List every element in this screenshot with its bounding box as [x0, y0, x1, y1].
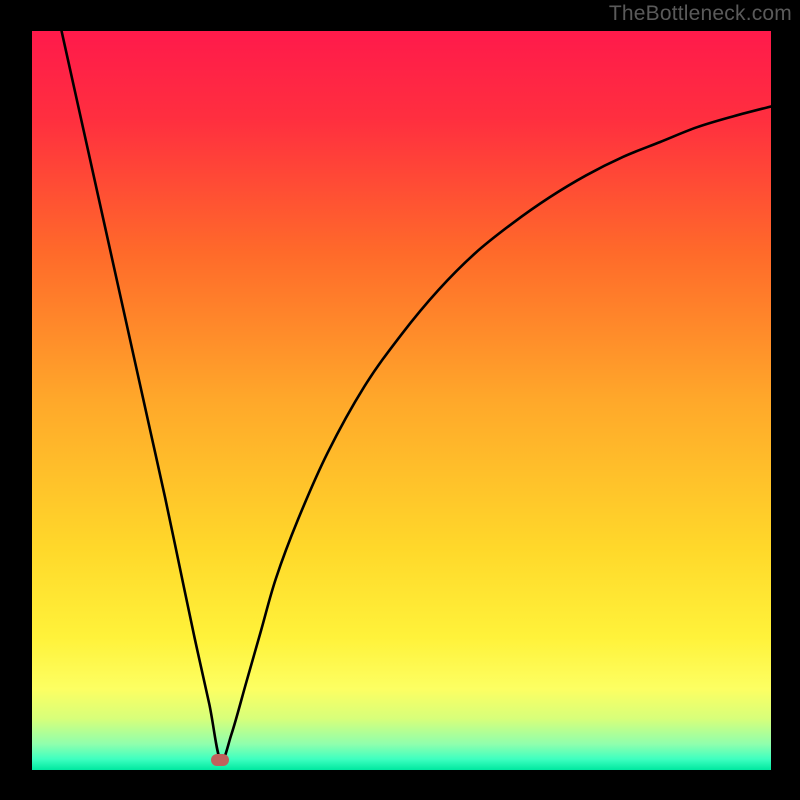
watermark-text: TheBottleneck.com: [609, 2, 792, 26]
optimal-marker: [211, 754, 229, 766]
plot-area: [32, 31, 771, 771]
bottleneck-curve: [32, 31, 771, 771]
chart-frame: TheBottleneck.com: [0, 0, 800, 800]
